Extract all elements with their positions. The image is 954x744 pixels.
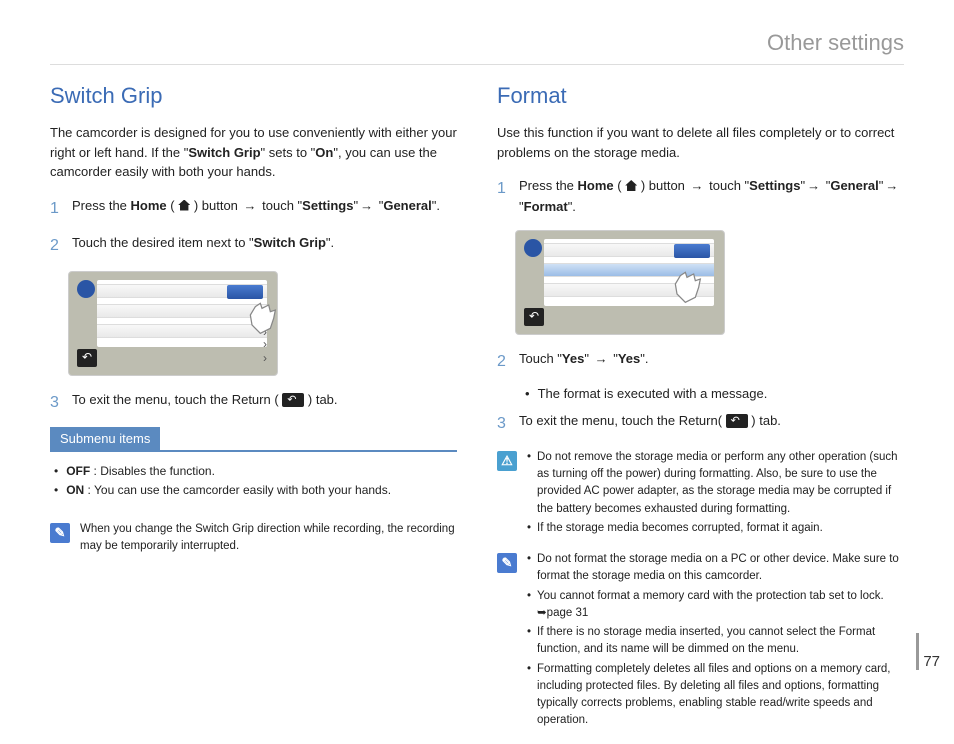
step-number: 3: [50, 390, 62, 416]
screen-illustration: ↶: [515, 230, 725, 335]
note-box: ✎ When you change the Switch Grip direct…: [50, 521, 457, 556]
submenu-heading: Submenu items: [50, 427, 160, 450]
page-number: 77: [916, 633, 940, 670]
step-number: 3: [497, 411, 509, 437]
globe-icon: [77, 280, 95, 298]
step-3: 3 To exit the menu, touch the Return ( )…: [50, 390, 457, 416]
section-title-switch-grip: Switch Grip: [50, 83, 457, 109]
return-icon: [282, 393, 304, 407]
step-3: 3 To exit the menu, touch the Return( ) …: [497, 411, 904, 437]
step-number: 2: [497, 349, 509, 375]
home-icon: [178, 200, 190, 211]
note-item: You cannot format a memory card with the…: [527, 588, 904, 623]
step-2: 2 Touch "Yes" → "Yes".: [497, 349, 904, 375]
submenu-section: Submenu items OFF : Disables the functio…: [50, 427, 457, 504]
return-icon: ↶: [77, 349, 97, 367]
step-1: 1 Press the Home ( ) button → touch "Set…: [50, 196, 457, 222]
caution-item: Do not remove the storage media or perfo…: [527, 449, 904, 518]
intro-text: The camcorder is designed for you to use…: [50, 123, 457, 182]
caution-icon: ⚠: [497, 451, 517, 471]
note-item: If there is no storage media inserted, y…: [527, 624, 904, 659]
step-number: 2: [50, 233, 62, 259]
step-2-bullet: The format is executed with a message.: [515, 386, 904, 401]
submenu-item-on: ON : You can use the camcorder easily wi…: [54, 481, 457, 500]
note-box: ✎ Do not format the storage media on a P…: [497, 551, 904, 732]
step-number: 1: [50, 196, 62, 222]
hand-pointer-icon: [670, 269, 704, 309]
note-icon: ✎: [497, 553, 517, 573]
submenu-item-off: OFF : Disables the function.: [54, 462, 457, 481]
toggle-on: [674, 244, 710, 258]
return-icon: ↶: [524, 308, 544, 326]
note-item: Formatting completely deletes all files …: [527, 661, 904, 730]
toggle-on: [227, 285, 263, 299]
step-number: 1: [497, 176, 509, 218]
section-title-format: Format: [497, 83, 904, 109]
step-2: 2 Touch the desired item next to "Switch…: [50, 233, 457, 259]
breadcrumb-header: Other settings: [50, 30, 904, 65]
caution-item: If the storage media becomes corrupted, …: [527, 520, 904, 537]
step-1: 1 Press the Home ( ) button → touch "Set…: [497, 176, 904, 218]
caution-box: ⚠ Do not remove the storage media or per…: [497, 449, 904, 539]
intro-text: Use this function if you want to delete …: [497, 123, 904, 162]
note-icon: ✎: [50, 523, 70, 543]
hand-pointer-icon: [245, 300, 279, 340]
globe-icon: [524, 239, 542, 257]
right-column: Format Use this function if you want to …: [497, 83, 904, 744]
screen-illustration: › ↶ › ›: [68, 271, 278, 376]
home-icon: [625, 180, 637, 191]
return-icon: [726, 414, 748, 428]
note-item: Do not format the storage media on a PC …: [527, 551, 904, 586]
left-column: Switch Grip The camcorder is designed fo…: [50, 83, 457, 744]
